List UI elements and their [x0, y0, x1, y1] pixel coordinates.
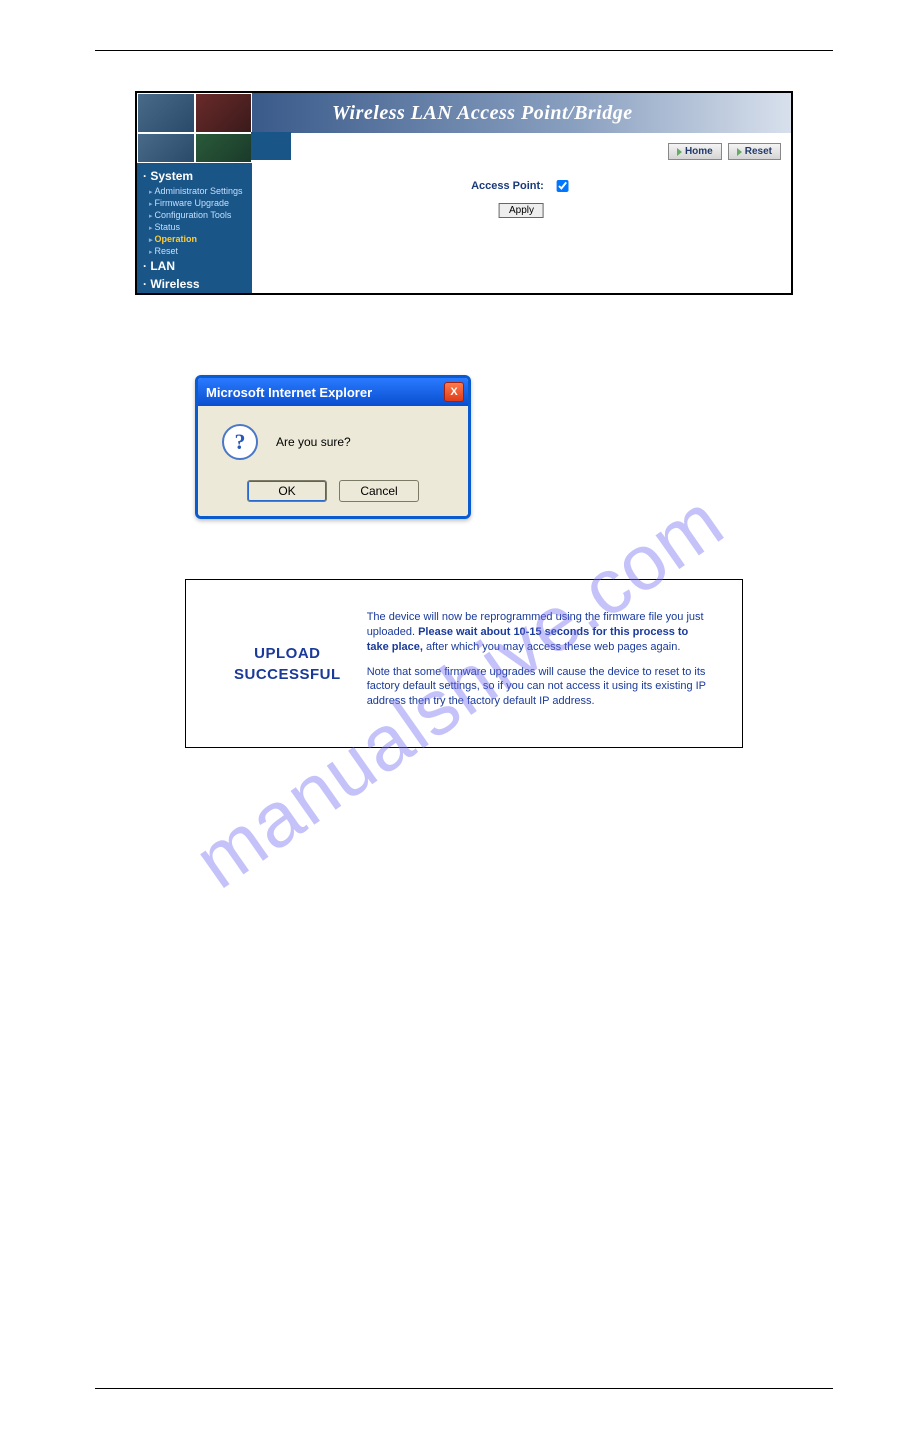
- reset-button-label: Reset: [745, 146, 772, 157]
- play-icon: [737, 148, 742, 156]
- nav-head-lan[interactable]: LAN: [137, 257, 252, 275]
- bottom-rule: [95, 1388, 833, 1389]
- router-config-screenshot: Wireless LAN Access Point/Bridge System …: [135, 91, 793, 295]
- home-button-label: Home: [685, 146, 713, 157]
- router-sidebar-nav: System Administrator Settings Firmware U…: [137, 163, 252, 293]
- home-button[interactable]: Home: [668, 143, 722, 160]
- cancel-button[interactable]: Cancel: [339, 480, 419, 502]
- nav-item-firmware-upgrade[interactable]: Firmware Upgrade: [137, 197, 252, 209]
- router-banner-title: Wireless LAN Access Point/Bridge: [252, 93, 791, 133]
- nav-head-wireless[interactable]: Wireless: [137, 275, 252, 293]
- nav-item-status[interactable]: Status: [137, 221, 252, 233]
- nav-item-reset[interactable]: Reset: [137, 245, 252, 257]
- reset-button[interactable]: Reset: [728, 143, 781, 160]
- ie-confirm-dialog: Microsoft Internet Explorer X ? Are you …: [195, 375, 471, 519]
- upload-text-seg2: after which you may access these web pag…: [423, 641, 680, 653]
- dialog-title: Microsoft Internet Explorer: [206, 385, 372, 400]
- router-logo-tiles: [137, 93, 252, 133]
- apply-button[interactable]: Apply: [499, 203, 544, 218]
- question-icon: ?: [222, 424, 258, 460]
- nav-item-admin-settings[interactable]: Administrator Settings: [137, 185, 252, 197]
- close-icon: X: [450, 387, 457, 398]
- top-rule: [95, 50, 833, 51]
- nav-item-operation[interactable]: Operation: [137, 233, 252, 245]
- router-logo-tiles-2: [137, 133, 252, 163]
- nav-item-configuration-tools[interactable]: Configuration Tools: [137, 209, 252, 221]
- dialog-close-button[interactable]: X: [444, 382, 464, 402]
- access-point-label: Access Point:: [471, 180, 544, 192]
- upload-successful-panel: UPLOAD SUCCESSFUL The device will now be…: [185, 579, 743, 748]
- play-icon: [677, 148, 682, 156]
- nav-head-system[interactable]: System: [137, 167, 252, 185]
- upload-successful-heading: UPLOAD SUCCESSFUL: [216, 644, 341, 685]
- upload-successful-text: The device will now be reprogrammed usin…: [367, 610, 712, 719]
- access-point-checkbox[interactable]: [557, 180, 569, 192]
- ok-button[interactable]: OK: [247, 480, 327, 502]
- dialog-message: Are you sure?: [276, 435, 351, 449]
- upload-text-p2: Note that some firmware upgrades will ca…: [367, 665, 712, 710]
